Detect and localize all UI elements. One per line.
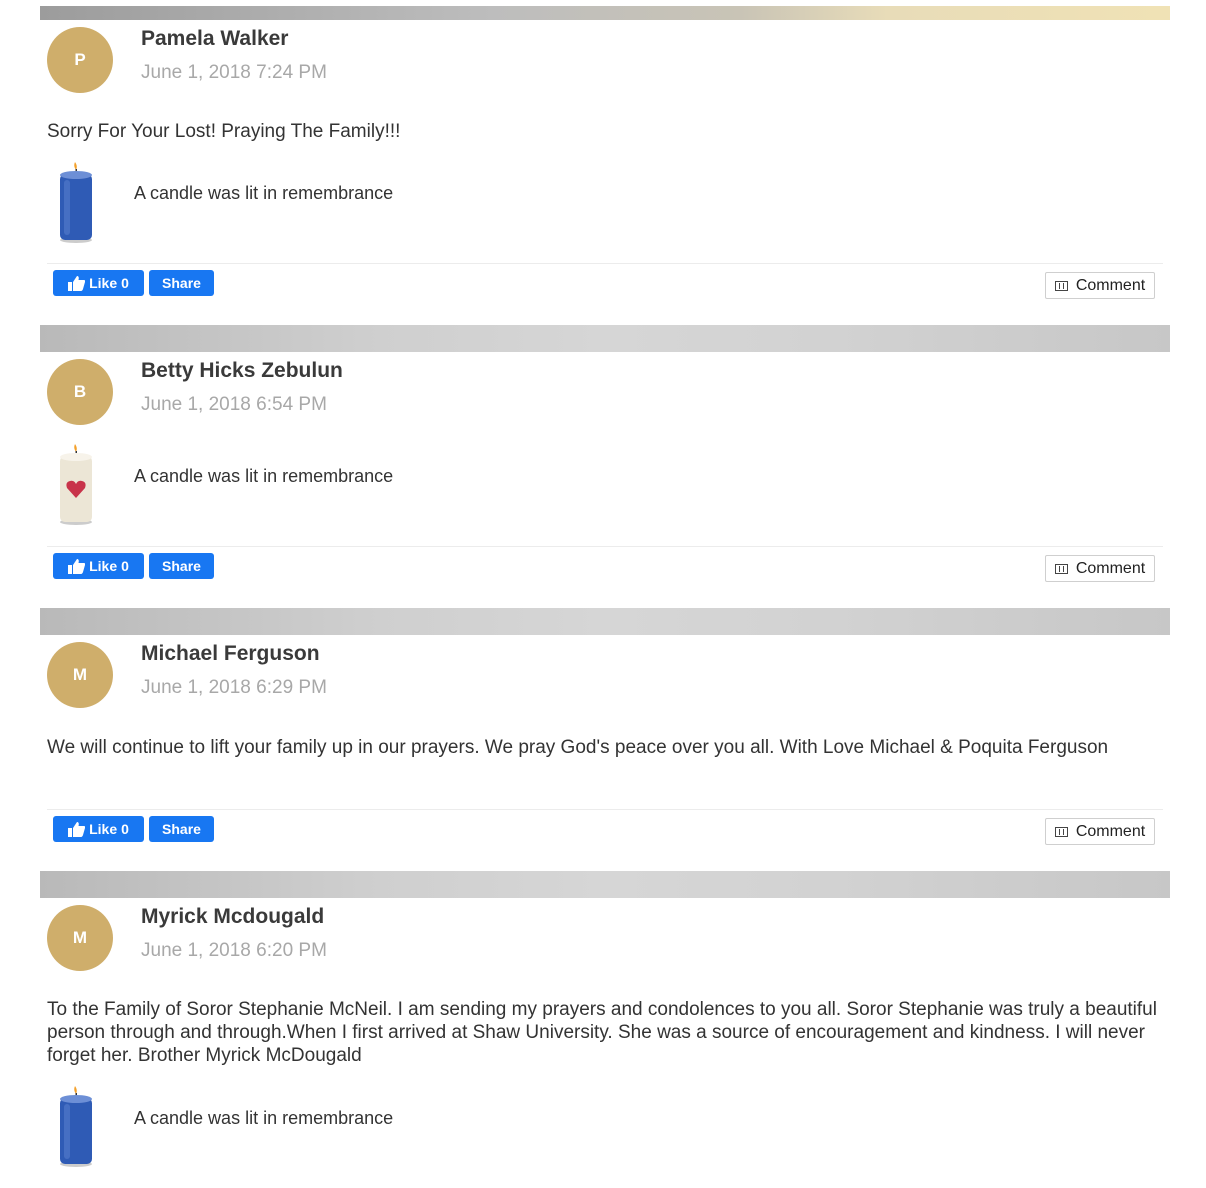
comment-button[interactable]: Comment — [1045, 272, 1155, 299]
comment-button[interactable]: Comment — [1045, 555, 1155, 582]
share-button[interactable]: Share — [149, 553, 214, 579]
author-name: Myrick Mcdougald — [141, 905, 325, 928]
share-label: Share — [162, 558, 201, 574]
comment-label: Comment — [1075, 276, 1146, 294]
author-name: Michael Ferguson — [141, 642, 320, 665]
avatar: B — [47, 359, 113, 425]
divider — [47, 546, 1163, 547]
candle-caption: A candle was lit in remembrance — [134, 183, 394, 203]
background-strip — [40, 871, 1170, 898]
post-date: June 1, 2018 6:54 PM — [141, 394, 327, 415]
like-button[interactable]: Like 0 — [53, 553, 144, 579]
candle-caption: A candle was lit in remembrance — [134, 1108, 394, 1128]
post-message: To the Family of Soror Stephanie McNeil.… — [47, 999, 1157, 1066]
avatar: M — [47, 905, 113, 971]
post-date: June 1, 2018 6:20 PM — [141, 940, 327, 961]
like-label: Like — [89, 821, 118, 837]
comment-icon — [1054, 280, 1068, 291]
comment-icon — [1054, 563, 1068, 574]
comment-icon — [1054, 826, 1068, 837]
background-strip — [40, 325, 1170, 352]
avatar: M — [47, 642, 113, 708]
condolence-post: B Betty Hicks Zebulun June 1, 2018 6:54 … — [40, 352, 1170, 608]
thumbs-up-icon — [68, 558, 86, 574]
like-button[interactable]: Like 0 — [53, 816, 144, 842]
background-strip — [40, 6, 1170, 20]
share-button[interactable]: Share — [149, 270, 214, 296]
post-message: We will continue to lift your family up … — [47, 737, 1109, 758]
post-message: Sorry For Your Lost! Praying The Family!… — [47, 121, 401, 142]
avatar: P — [47, 27, 113, 93]
share-label: Share — [162, 275, 201, 291]
comment-button[interactable]: Comment — [1045, 818, 1155, 845]
candle-caption: A candle was lit in remembrance — [134, 466, 394, 486]
condolence-post: M Myrick Mcdougald June 1, 2018 6:20 PM … — [40, 898, 1170, 1188]
condolence-post: M Michael Ferguson June 1, 2018 6:29 PM … — [40, 635, 1170, 871]
comment-label: Comment — [1075, 559, 1146, 577]
blue-candle-icon — [60, 162, 92, 243]
condolence-post: P Pamela Walker June 1, 2018 7:24 PM Sor… — [40, 20, 1170, 325]
author-name: Betty Hicks Zebulun — [141, 359, 343, 382]
divider — [47, 809, 1163, 810]
like-label: Like — [89, 558, 118, 574]
heart-candle-icon — [60, 444, 92, 525]
like-count: 0 — [121, 275, 129, 291]
thumbs-up-icon — [68, 275, 86, 291]
post-date: June 1, 2018 7:24 PM — [141, 62, 327, 83]
post-date: June 1, 2018 6:29 PM — [141, 677, 327, 698]
blue-candle-icon — [60, 1086, 92, 1167]
like-button[interactable]: Like 0 — [53, 270, 144, 296]
share-label: Share — [162, 821, 201, 837]
like-label: Like — [89, 275, 118, 291]
share-button[interactable]: Share — [149, 816, 214, 842]
divider — [47, 263, 1163, 264]
comment-label: Comment — [1075, 822, 1146, 840]
thumbs-up-icon — [68, 821, 86, 837]
author-name: Pamela Walker — [141, 27, 289, 50]
background-strip — [40, 608, 1170, 635]
like-count: 0 — [121, 558, 129, 574]
like-count: 0 — [121, 821, 129, 837]
